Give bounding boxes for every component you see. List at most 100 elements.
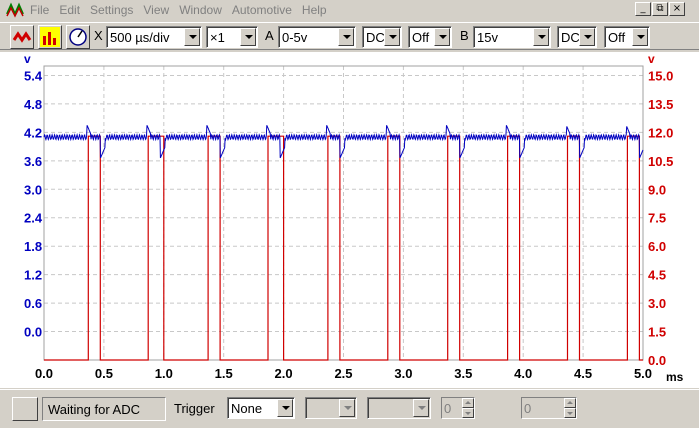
menu-automotive[interactable]: Automotive (232, 0, 292, 20)
y-left-tick-label: 0.0 (24, 325, 42, 340)
grid (43, 65, 644, 361)
channel-b-label: B (460, 28, 469, 43)
y-right-tick-label: 10.5 (648, 154, 673, 169)
app-logo-icon (6, 2, 24, 18)
menu-window[interactable]: Window (179, 0, 222, 20)
dropdown-arrow-icon[interactable] (413, 399, 429, 417)
trigger-level-spinner[interactable]: 0 (441, 397, 475, 419)
x-tick-label: 2.0 (275, 366, 293, 381)
spin-down-icon[interactable] (564, 408, 576, 418)
x-tick-label: 1.0 (155, 366, 173, 381)
timebase-value: 500 µs/div (110, 30, 170, 45)
status-message: Waiting for ADC (42, 397, 166, 421)
dropdown-arrow-icon[interactable] (338, 28, 354, 46)
y-right-tick-label: 4.5 (648, 268, 666, 283)
y-left-unit-label: v (24, 52, 31, 66)
close-button[interactable]: × (669, 2, 685, 16)
waveform-plot[interactable]: 0.0 0.6 1.2 1.8 2.4 3.0 3.6 4.2 4.8 5.4 v 0.0 1.5 3.… (0, 52, 699, 388)
y-right-tick-label: 9.0 (648, 182, 666, 197)
channel-b-coupling-select[interactable]: DC (557, 26, 597, 48)
x-label: X (94, 28, 103, 43)
channel-b-range-select[interactable]: 15v (473, 26, 551, 48)
y-left-tick-label: 2.4 (24, 211, 43, 226)
dropdown-arrow-icon[interactable] (533, 28, 549, 46)
y-right-tick-label: 3.0 (648, 296, 666, 311)
analyzer-mode-button[interactable] (66, 25, 90, 49)
gauge-icon (69, 28, 87, 46)
spin-up-icon[interactable] (564, 398, 576, 408)
trigger-mode-value: None (231, 401, 263, 416)
meter-mode-button[interactable] (38, 25, 62, 49)
trigger-channel-select[interactable] (305, 397, 357, 419)
channel-a-range-select[interactable]: 0-5v (278, 26, 356, 48)
y-left-tick-label: 5.4 (24, 68, 43, 83)
x-tick-label: 5.0 (634, 366, 652, 381)
x-tick-label: 3.0 (394, 366, 412, 381)
scope-mode-icon (12, 27, 32, 47)
y-left-tick-label: 3.0 (24, 182, 42, 197)
y-right-tick-label: 12.0 (648, 125, 673, 140)
x-tick-label: 4.0 (514, 366, 532, 381)
y-right-unit-label: v (648, 52, 655, 66)
y-left-tick-label: 4.8 (24, 97, 42, 112)
menu-file[interactable]: File (30, 0, 49, 20)
y-left-tick-label: 3.6 (24, 154, 42, 169)
x-tick-label: 0.0 (35, 366, 53, 381)
dropdown-arrow-icon[interactable] (632, 28, 648, 46)
channel-a-axis: 0.0 0.6 1.2 1.8 2.4 3.0 3.6 4.2 4.8 5.4 v (24, 52, 43, 340)
trigger-level-value: 0 (444, 401, 452, 416)
dropdown-arrow-icon[interactable] (277, 399, 293, 417)
channel-a-coupling-value: DC (366, 30, 385, 45)
dropdown-arrow-icon[interactable] (434, 28, 450, 46)
trigger-mode-select[interactable]: None (227, 397, 295, 419)
x-tick-label: 0.5 (95, 366, 113, 381)
restore-button[interactable]: ⧉ (652, 2, 668, 16)
scope-display[interactable]: 0.0 0.6 1.2 1.8 2.4 3.0 3.6 4.2 4.8 5.4 v 0.0 1.5 3.… (0, 52, 699, 388)
trigger-delay-value: 0 (524, 401, 532, 416)
dropdown-arrow-icon[interactable] (339, 399, 355, 417)
timebase-select[interactable]: 500 µs/div (106, 26, 202, 48)
dropdown-arrow-icon[interactable] (579, 28, 595, 46)
channel-a-label: A (265, 28, 274, 43)
multiplier-select[interactable]: ×1 (206, 26, 258, 48)
x-tick-label: 1.5 (215, 366, 233, 381)
multiplier-value: ×1 (210, 30, 225, 45)
spin-up-icon[interactable] (462, 398, 474, 408)
y-right-tick-label: 7.5 (648, 211, 666, 226)
channel-a-option-select[interactable]: Off (408, 26, 452, 48)
y-left-tick-label: 4.2 (24, 125, 42, 140)
y-left-tick-label: 1.2 (24, 268, 42, 283)
channel-a-range-value: 0-5v (282, 30, 308, 45)
y-right-tick-label: 13.5 (648, 97, 673, 112)
trigger-direction-select[interactable] (367, 397, 431, 419)
y-right-tick-label: 6.0 (648, 239, 666, 254)
minimize-button[interactable]: _ (635, 2, 651, 16)
dropdown-arrow-icon[interactable] (384, 28, 400, 46)
spin-down-icon[interactable] (462, 408, 474, 418)
dropdown-arrow-icon[interactable] (240, 28, 256, 46)
y-left-tick-label: 1.8 (24, 239, 42, 254)
channel-b-option-select[interactable]: Off (604, 26, 650, 48)
channel-b-range-value: 15v (477, 30, 498, 45)
menu-edit[interactable]: Edit (59, 0, 80, 20)
menu-help[interactable]: Help (302, 0, 327, 20)
trigger-label: Trigger (174, 401, 215, 416)
x-unit-label: ms (666, 370, 684, 384)
dropdown-arrow-icon[interactable] (184, 28, 200, 46)
channel-a-option-value: Off (412, 30, 430, 45)
start-stop-button[interactable] (12, 397, 38, 421)
status-bar: Waiting for ADC Trigger None 0 0 (0, 389, 699, 428)
scope-mode-button[interactable] (10, 25, 34, 49)
channel-b-coupling-value: DC (561, 30, 580, 45)
toolbar: X 500 µs/div ×1 A 0-5v DC Off B 15v DC O… (0, 22, 699, 50)
channel-b-option-value: Off (608, 30, 626, 45)
bar-chart-icon (40, 27, 60, 47)
channel-a-coupling-select[interactable]: DC (362, 26, 402, 48)
menu-settings[interactable]: Settings (90, 0, 133, 20)
menu-view[interactable]: View (143, 0, 169, 20)
y-left-tick-label: 0.6 (24, 296, 42, 311)
window-controls: _ ⧉ × (635, 2, 685, 16)
time-axis: 0.0 0.5 1.0 1.5 2.0 2.5 3.0 3.5 4.0 4.5 5.0 ms (35, 366, 684, 384)
y-right-tick-label: 1.5 (648, 325, 666, 340)
trigger-delay-spinner[interactable]: 0 (521, 397, 577, 419)
